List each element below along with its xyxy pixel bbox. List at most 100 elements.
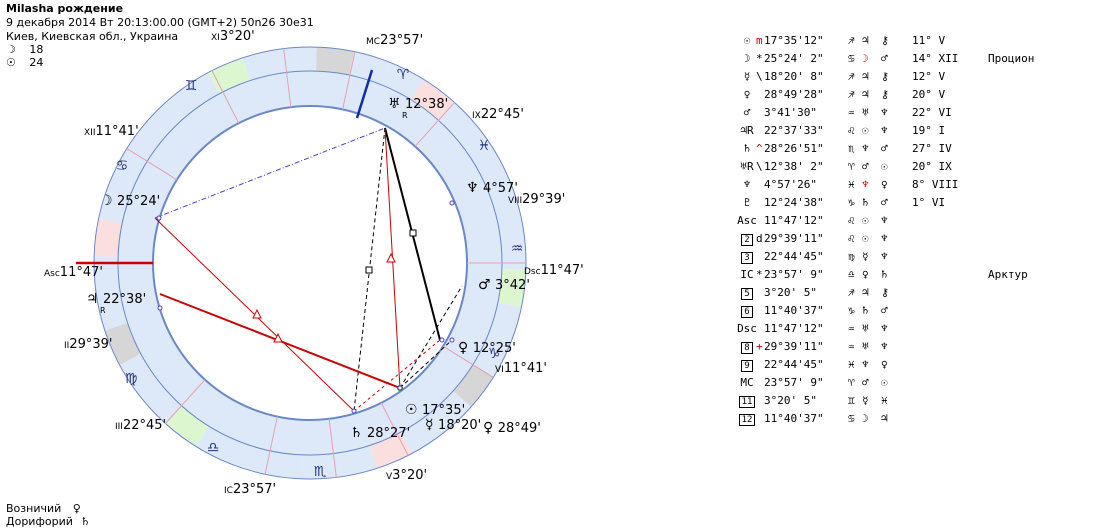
row-p: 5 xyxy=(736,284,758,302)
row-r2: ⚷ xyxy=(881,88,890,101)
row-p: ♅R xyxy=(740,160,754,173)
row-r1: ♃ xyxy=(862,286,869,299)
virgo-sign-icon: ♍ xyxy=(125,371,138,387)
row-pos: 29°39'11" xyxy=(764,232,824,245)
jupiter-retrograde-mark: R xyxy=(100,306,106,315)
row-p: 3 xyxy=(736,248,758,266)
row-p: ♂ xyxy=(743,106,751,119)
row-r1: ☉ xyxy=(862,232,869,245)
row-sign: ♑ xyxy=(848,304,855,317)
planet-position-dot xyxy=(449,337,455,343)
row-pos: 22°37'33" xyxy=(764,124,824,137)
table-row: ♇ 12°24'38" ♑ ♄ ♂ 1° VI xyxy=(736,194,1114,212)
row-note: Процион xyxy=(988,52,1035,65)
row-sign: ♈ xyxy=(848,376,855,389)
mercury-planet-label: ☿ 18°20' xyxy=(425,417,481,433)
row-pre: \ xyxy=(756,70,763,83)
aries-sign-icon: ♈ xyxy=(397,67,410,83)
row-r1: ☿ xyxy=(862,250,869,263)
row-house: 22° VI xyxy=(912,106,952,119)
row-r2: ♆ xyxy=(881,106,888,119)
row-r1: ☽ xyxy=(862,52,869,65)
row-r1: ♂ xyxy=(862,376,869,389)
row-p: ♇ xyxy=(743,196,751,209)
row-p: 6 xyxy=(736,302,758,320)
row-p: Dsc xyxy=(737,322,757,335)
table-row: ♅R \ 12°38' 2" ♈ ♂ ☉ 20° IX xyxy=(736,158,1114,176)
row-r1: ♃ xyxy=(862,34,869,47)
row-r2: ♂ xyxy=(881,304,888,317)
row-pre: \ xyxy=(756,160,763,173)
venus-icon: ♀ xyxy=(72,502,81,515)
row-pos: 11°47'12" xyxy=(764,322,824,335)
zodiac-ring-cell xyxy=(94,218,123,258)
row-p: ♄ xyxy=(743,142,751,155)
row-r1: ♃ xyxy=(862,88,869,101)
row-house: 8° VIII xyxy=(912,178,959,191)
row-r2: ♓ xyxy=(881,394,888,407)
table-row: 2 d 29°39'11" ♌ ☉ ♆ xyxy=(736,230,1114,248)
row-pos: 12°38' 2" xyxy=(764,160,824,173)
row-sign: ♋ xyxy=(848,52,855,65)
row-r1: ♆ xyxy=(862,358,869,371)
row-sign: ♊ xyxy=(848,394,855,407)
table-row: Dsc 11°47'12" ♒ ♅ ♆ xyxy=(736,320,1114,338)
row-pre: + xyxy=(756,340,763,353)
row-r2: ⚷ xyxy=(881,70,890,83)
jupiter-planet-label: ♃ 22°38' xyxy=(86,291,146,307)
row-pos: 12°24'38" xyxy=(764,196,824,209)
footer-line-1: Возничий ♀ xyxy=(6,502,81,515)
row-pos: 11°40'37" xyxy=(764,304,824,317)
table-row: 11 3°20' 5" ♊ ☿ ♓ xyxy=(736,392,1114,410)
table-row: ♂ 3°41'30" ♒ ♅ ♆ 22° VI xyxy=(736,104,1114,122)
table-row: ♀ 28°49'28" ♐ ♃ ⚷ 20° V xyxy=(736,86,1114,104)
saturn-planet-label: ♄ 28°27' xyxy=(350,425,410,441)
row-sign: ♍ xyxy=(848,250,855,263)
row-pos: 23°57' 9" xyxy=(764,376,824,389)
footer-line-2: Дорифорий ♄ xyxy=(6,515,91,528)
sun-planet-label: ☉ 17°35' xyxy=(405,402,465,418)
cusp-label-vi: VI11°41' xyxy=(495,361,547,376)
moon-planet-label: ☽ 25°24' xyxy=(100,193,160,209)
row-pos: 3°41'30" xyxy=(764,106,817,119)
row-pos: 17°35'12" xyxy=(764,34,824,47)
cancer-sign-icon: ♋ xyxy=(116,158,129,174)
row-house: 27° IV xyxy=(912,142,952,155)
zodiac-ring-cell xyxy=(315,47,355,76)
row-r1: ♅ xyxy=(862,322,869,335)
row-r1: ♆ xyxy=(862,178,869,191)
row-r1: ♅ xyxy=(862,340,869,353)
row-sign: ♒ xyxy=(848,340,855,353)
row-sign: ♓ xyxy=(848,178,855,191)
row-r1: ♀ xyxy=(862,268,869,281)
row-pos: 18°20' 8" xyxy=(764,70,824,83)
row-r2: ♆ xyxy=(881,232,888,245)
planet-position-dot xyxy=(351,408,357,414)
row-pre: d xyxy=(756,232,763,245)
cusp-label-ic: IC23°57' xyxy=(224,482,276,497)
row-r1: ♂ xyxy=(862,160,869,173)
row-r2: ♀ xyxy=(881,178,888,191)
row-pos: 23°57' 9" xyxy=(764,268,824,281)
row-pos: 3°20' 5" xyxy=(764,394,817,407)
table-row: 5 3°20' 5" ♐ ♃ ⚷ xyxy=(736,284,1114,302)
uranus-retrograde-mark: R xyxy=(402,111,408,120)
table-row: ♄ ^ 28°26'51" ♏ ♆ ♂ 27° IV xyxy=(736,140,1114,158)
table-row: ♆ 4°57'26" ♓ ♆ ♀ 8° VIII xyxy=(736,176,1114,194)
row-pre: m xyxy=(756,34,763,47)
row-r2: ♄ xyxy=(881,268,888,281)
row-p: ☉ xyxy=(743,34,751,47)
planet-position-dot xyxy=(397,385,403,391)
table-row: ☽ * 25°24' 2" ♋ ☽ ♂ 14° XII Процион xyxy=(736,50,1114,68)
row-note: Арктур xyxy=(988,268,1028,281)
row-pos: 25°24' 2" xyxy=(764,52,824,65)
row-r2: ♆ xyxy=(881,124,888,137)
row-pos: 29°39'11" xyxy=(764,340,824,353)
row-sign: ♐ xyxy=(848,70,855,83)
row-r2: ☉ xyxy=(881,376,888,389)
row-sign: ♐ xyxy=(848,286,855,299)
row-house: 19° I xyxy=(912,124,946,137)
row-sign: ♌ xyxy=(848,124,855,137)
row-sign: ♈ xyxy=(848,160,855,173)
table-row: 3 22°44'45" ♍ ☿ ♆ xyxy=(736,248,1114,266)
